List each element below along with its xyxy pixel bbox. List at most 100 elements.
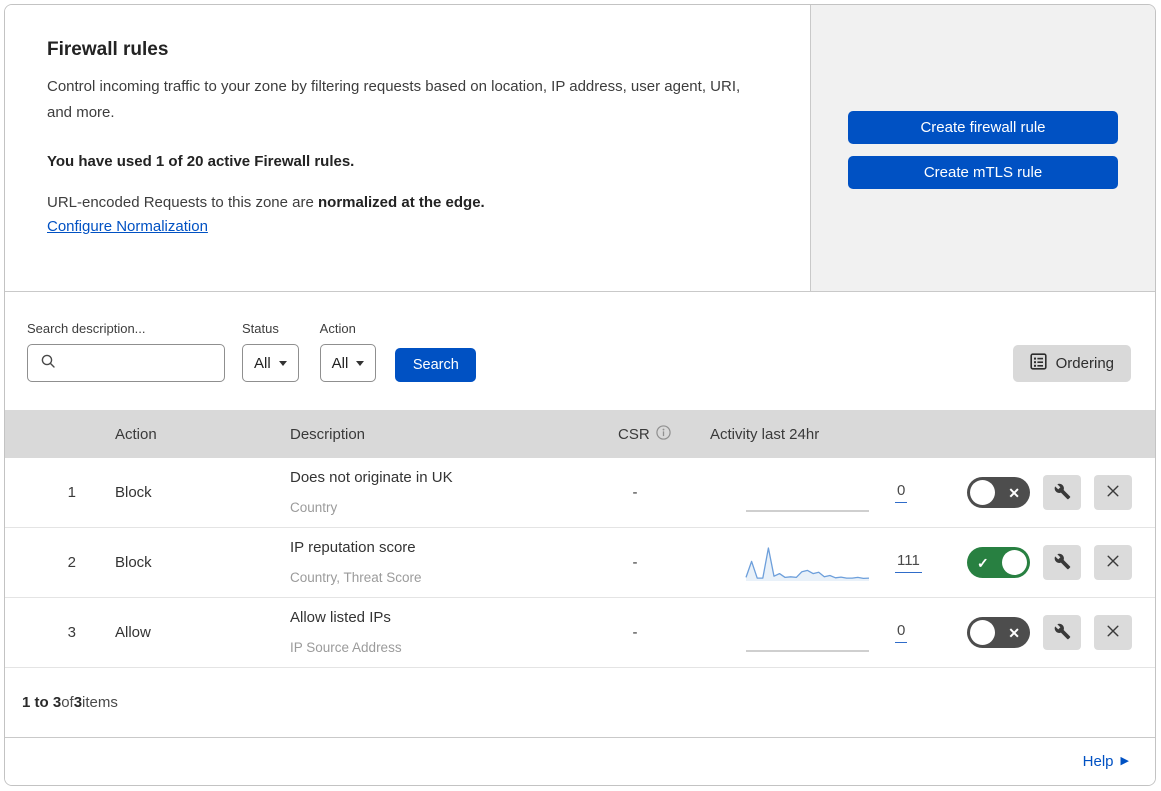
table-row: 2 Block IP reputation score Country, Thr…	[5, 528, 1155, 598]
help-link[interactable]: Help ▶	[1083, 753, 1129, 770]
activity-sparkline	[745, 546, 870, 581]
rule-activity-cell: 0	[685, 613, 935, 653]
toggle-state-icon: ✕	[1008, 484, 1020, 501]
toggle-knob	[970, 620, 995, 645]
search-input[interactable]	[64, 354, 249, 372]
rule-fields: Country	[290, 499, 338, 515]
page-description: Control incoming traffic to your zone by…	[47, 78, 741, 121]
rule-description-cell: IP reputation score Country, Threat Scor…	[270, 535, 585, 591]
activity-sparkline	[746, 509, 869, 512]
action-dropdown[interactable]: All	[319, 344, 377, 382]
rule-activity-cell: 0	[685, 473, 935, 513]
search-input-box[interactable]	[27, 344, 249, 382]
action-filter-field: Action All	[319, 321, 377, 382]
search-label: Search description...	[27, 321, 146, 336]
normalization-note-text: URL-encoded Requests to this zone are	[47, 194, 318, 211]
rule-enabled-toggle[interactable]: ✓	[967, 547, 1030, 578]
ordering-button-label: Ordering	[1055, 355, 1114, 372]
pagination-bar: 1 to 3 of 3 items	[5, 668, 1155, 738]
normalization-note-bold: normalized at the edge.	[318, 194, 485, 211]
action-dropdown-value: All	[331, 354, 349, 372]
close-icon	[1105, 623, 1121, 642]
status-dropdown[interactable]: All	[242, 344, 299, 382]
search-icon	[40, 353, 56, 374]
column-header-activity: Activity last 24hr	[710, 425, 820, 443]
edit-rule-button[interactable]	[1043, 475, 1081, 510]
toggle-state-icon: ✓	[977, 554, 989, 571]
help-footer: Help ▶	[5, 738, 1155, 785]
search-field: Search description...	[27, 321, 249, 382]
activity-count-link[interactable]: 0	[895, 622, 908, 643]
rule-controls: ✕	[935, 615, 1155, 650]
csr-header-label: CSR	[618, 425, 650, 443]
pagination-range: 1 to 3	[22, 694, 62, 711]
rule-priority: 3	[67, 624, 76, 641]
delete-rule-button[interactable]	[1094, 615, 1132, 650]
toggle-state-icon: ✕	[1008, 624, 1020, 641]
rule-description-cell: Allow listed IPs IP Source Address	[270, 605, 585, 661]
rule-csr: -	[632, 484, 638, 501]
rule-csr: -	[632, 624, 638, 641]
column-header-action: Action	[115, 425, 157, 443]
ordering-list-icon	[1030, 353, 1047, 374]
delete-rule-button[interactable]	[1094, 475, 1132, 510]
rule-action: Block	[115, 554, 152, 571]
rule-controls: ✕	[935, 475, 1155, 510]
rule-priority: 2	[67, 554, 76, 571]
create-mtls-rule-button[interactable]: Create mTLS rule	[848, 156, 1118, 189]
rule-description: Does not originate in UK	[290, 468, 453, 486]
create-firewall-rule-button[interactable]: Create firewall rule	[848, 111, 1118, 144]
rule-csr: -	[632, 554, 638, 571]
configure-normalization-link[interactable]: Configure Normalization	[47, 218, 208, 235]
close-icon	[1105, 553, 1121, 572]
rule-priority: 1	[67, 484, 76, 501]
rule-enabled-toggle[interactable]: ✕	[967, 617, 1030, 648]
rule-action: Block	[115, 484, 152, 501]
activity-count-link[interactable]: 111	[895, 552, 922, 573]
wrench-icon	[1054, 483, 1071, 503]
table-header-row: Action Description CSR Activity last 24h…	[5, 410, 1155, 458]
chevron-down-icon	[278, 360, 287, 366]
rule-enabled-toggle[interactable]: ✕	[967, 477, 1030, 508]
rule-description-cell: Does not originate in UK Country	[270, 465, 585, 521]
column-header-csr: CSR	[585, 424, 685, 444]
edit-rule-button[interactable]	[1043, 545, 1081, 580]
rule-fields: IP Source Address	[290, 639, 402, 655]
toggle-knob	[1002, 550, 1027, 575]
table-row: 3 Allow Allow listed IPs IP Source Addre…	[5, 598, 1155, 668]
arrow-right-icon: ▶	[1120, 755, 1129, 767]
rule-activity-cell: 111	[685, 543, 935, 583]
activity-count-link[interactable]: 0	[895, 482, 908, 503]
intro-section: Firewall rules Control incoming traffic …	[5, 5, 811, 291]
rule-fields: Country, Threat Score	[290, 569, 422, 585]
firewall-rules-panel: Firewall rules Control incoming traffic …	[4, 4, 1156, 786]
chevron-down-icon	[356, 360, 365, 366]
actions-panel: Create firewall rule Create mTLS rule	[811, 5, 1155, 291]
pagination-of: of	[61, 694, 74, 711]
action-label: Action	[319, 321, 356, 336]
close-icon	[1105, 483, 1121, 502]
info-icon[interactable]	[656, 424, 671, 444]
wrench-icon	[1054, 623, 1071, 643]
delete-rule-button[interactable]	[1094, 545, 1132, 580]
toggle-knob	[970, 480, 995, 505]
search-button[interactable]: Search	[395, 348, 477, 382]
page-title: Firewall rules	[47, 39, 169, 60]
pagination-total: 3	[73, 694, 83, 711]
edit-rule-button[interactable]	[1043, 615, 1081, 650]
status-dropdown-value: All	[254, 354, 271, 372]
rule-description: IP reputation score	[290, 538, 416, 556]
wrench-icon	[1054, 553, 1071, 573]
rules-table: Action Description CSR Activity last 24h…	[5, 410, 1155, 668]
ordering-button[interactable]: Ordering	[1012, 345, 1131, 382]
pagination-items: items	[82, 694, 118, 711]
rule-description: Allow listed IPs	[290, 608, 391, 626]
help-link-label: Help	[1082, 753, 1114, 770]
table-row: 1 Block Does not originate in UK Country…	[5, 458, 1155, 528]
table-body: 1 Block Does not originate in UK Country…	[5, 458, 1155, 668]
rule-action: Allow	[115, 624, 151, 641]
column-header-description: Description	[290, 425, 366, 443]
rule-controls: ✓	[935, 545, 1155, 580]
usage-summary: You have used 1 of 20 active Firewall ru…	[47, 153, 355, 170]
status-filter-field: Status All	[242, 321, 299, 382]
